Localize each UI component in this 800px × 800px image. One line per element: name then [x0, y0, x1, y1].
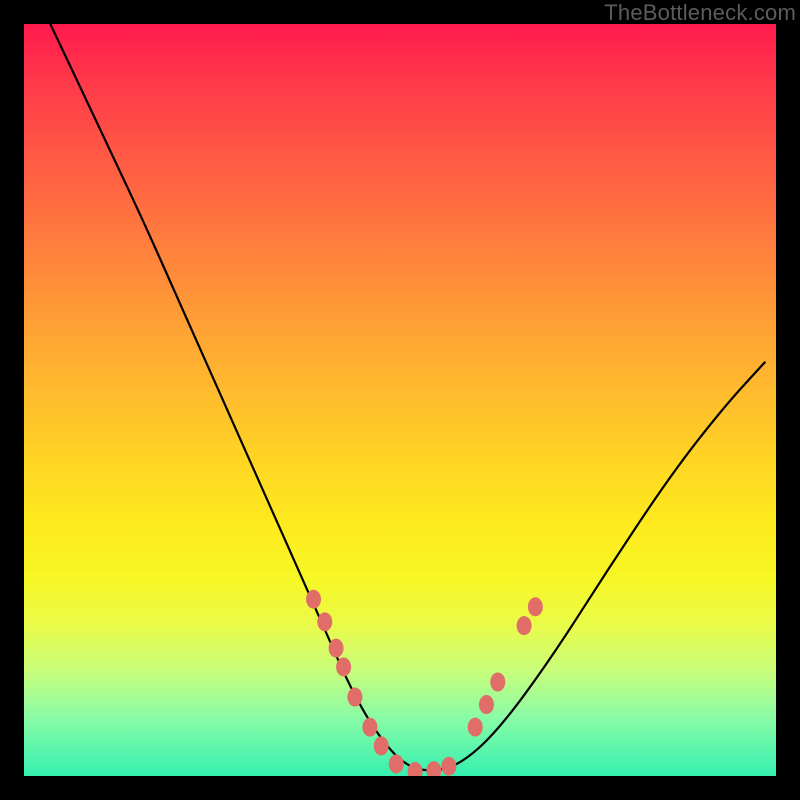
curve-path [50, 24, 764, 770]
chart-svg [24, 24, 776, 776]
marker-dot [347, 688, 362, 707]
marker-dot [329, 639, 344, 658]
marker-dot [490, 673, 505, 692]
watermark-text: TheBottleneck.com [604, 0, 796, 26]
marker-dot [479, 695, 494, 714]
marker-dot [441, 757, 456, 776]
chart-frame: TheBottleneck.com [0, 0, 800, 800]
marker-dot [389, 754, 404, 773]
marker-dot [306, 590, 321, 609]
marker-dot [362, 718, 377, 737]
curve-markers [306, 590, 543, 776]
marker-dot [336, 657, 351, 676]
marker-dot [408, 762, 423, 776]
marker-dot [317, 612, 332, 631]
marker-dot [374, 736, 389, 755]
marker-dot [468, 718, 483, 737]
marker-dot [517, 616, 532, 635]
plot-area [24, 24, 776, 776]
marker-dot [528, 597, 543, 616]
marker-dot [426, 761, 441, 776]
